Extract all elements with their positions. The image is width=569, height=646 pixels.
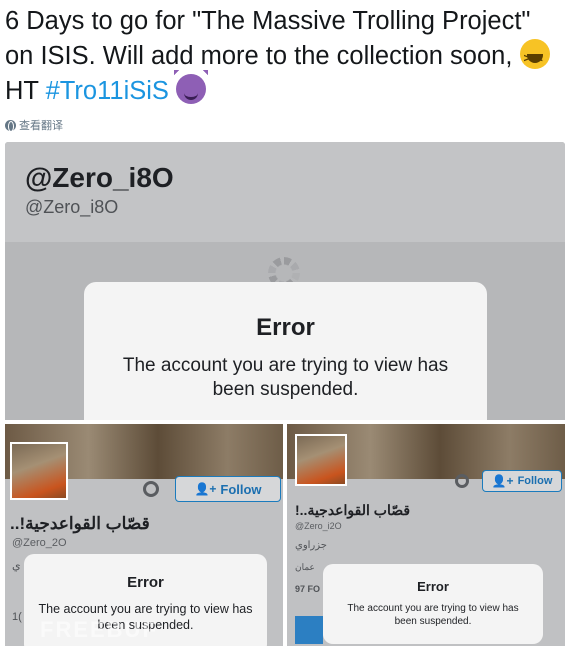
smiling-devil-emoji-icon: [174, 70, 209, 104]
hashtag-link[interactable]: #Tro11iSiS: [46, 77, 169, 105]
bio-text: جزراوي: [295, 540, 327, 551]
watermark-logo: FREEBUF: [40, 617, 158, 642]
globe-icon: [5, 119, 16, 132]
follow-button[interactable]: 👤+ Follow: [482, 470, 562, 492]
tweet-text-part2: HT: [5, 77, 46, 105]
profile-handle: @Zero_i2O: [295, 521, 342, 531]
error-modal: Error The account you are trying to view…: [323, 564, 543, 644]
blue-button: [295, 616, 323, 644]
profile-handle: @Zero_i8O: [25, 197, 119, 217]
gear-icon: [455, 474, 469, 488]
add-user-icon: 👤+: [194, 482, 217, 496]
display-name: @Zero_i8O: [25, 162, 174, 193]
follow-button[interactable]: 👤+ Follow: [175, 476, 281, 502]
count-text: 1(: [12, 611, 22, 623]
add-user-icon: 👤+: [491, 474, 514, 488]
error-title: Error: [256, 314, 315, 341]
arabic-display-name: قصّاب القواعدجية..!: [295, 502, 411, 518]
tweet-text: 6 Days to go for "The Massive Trolling P…: [5, 4, 565, 109]
profile-handle: @Zero_2O: [12, 537, 67, 549]
bio-text: ي: [12, 560, 21, 572]
error-title: Error: [417, 579, 449, 594]
avatar: [295, 434, 347, 486]
follow-label: Follow: [517, 475, 553, 487]
screenshot-top: @Zero_i8O @Zero_i8O Error The account yo…: [5, 142, 565, 420]
translate-link[interactable]: 查看翻译: [5, 117, 63, 133]
location-text: عمان: [295, 562, 315, 572]
follow-label: Follow: [220, 481, 262, 497]
avatar: [10, 442, 68, 500]
screenshot-bottom-left: 👤+ Follow قصّاب القواعدجية!.. @Zero_2O ي…: [5, 424, 283, 646]
count-text: 97 FO: [295, 584, 321, 594]
gear-icon: [143, 481, 159, 497]
translate-label: 查看翻译: [19, 120, 63, 132]
laughing-emoji-icon: [519, 39, 550, 76]
error-message: The account you are trying to view has b…: [122, 355, 449, 400]
screenshot-bottom-right: 👤+ Follow قصّاب القواعدجية..! @Zero_i2O …: [287, 424, 565, 646]
tweet-media[interactable]: @Zero_i8O @Zero_i8O Error The account yo…: [5, 142, 565, 646]
arabic-display-name: قصّاب القواعدجية!..: [10, 514, 150, 533]
error-title: Error: [127, 574, 164, 591]
tweet-text-part1: 6 Days to go for "The Massive Trolling P…: [5, 7, 531, 70]
error-modal: Error The account you are trying to view…: [84, 282, 487, 420]
error-message: The account you are trying to view has b…: [347, 603, 519, 627]
